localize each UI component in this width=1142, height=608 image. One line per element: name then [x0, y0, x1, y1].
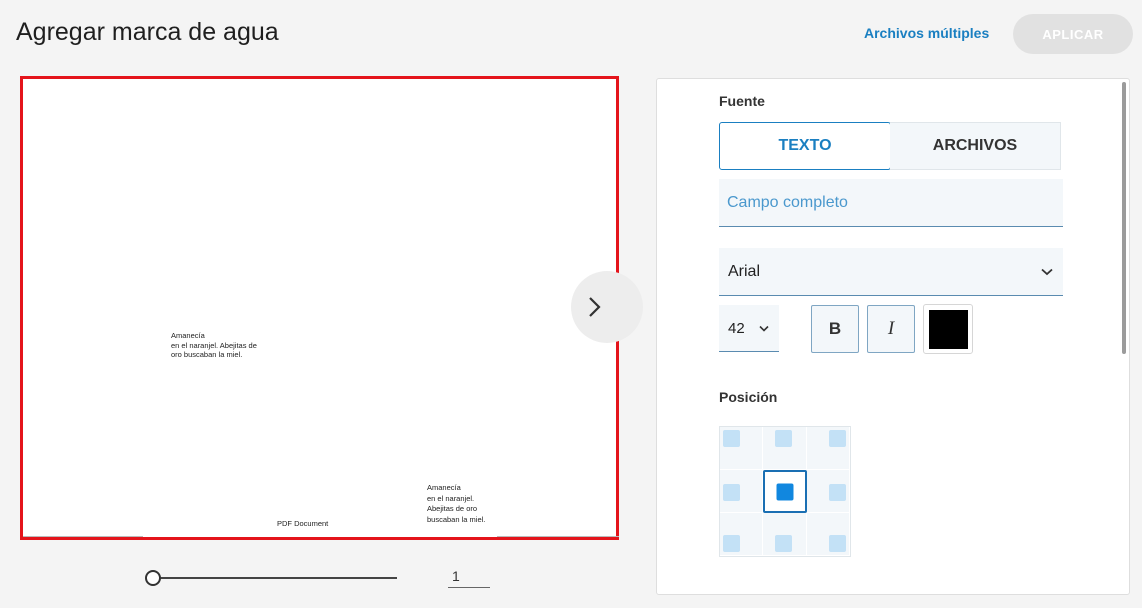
multiple-files-link[interactable]: Archivos múltiples — [864, 25, 989, 41]
position-marker — [775, 535, 793, 552]
position-marker-active — [776, 483, 794, 500]
page-number-input[interactable] — [448, 565, 490, 588]
position-marker — [723, 535, 740, 552]
position-middle-right[interactable] — [806, 470, 850, 513]
position-marker — [828, 484, 846, 501]
position-marker — [723, 430, 740, 447]
italic-icon: I — [887, 318, 895, 339]
position-bottom-right[interactable] — [806, 513, 850, 556]
color-swatch — [928, 309, 968, 349]
next-page-button[interactable] — [571, 271, 643, 343]
zoom-slider-thumb[interactable] — [145, 570, 161, 586]
position-marker — [723, 484, 740, 501]
bold-button[interactable]: B — [811, 305, 859, 353]
zoom-slider-track[interactable] — [152, 577, 397, 579]
font-family-select[interactable]: Arial — [719, 248, 1063, 296]
page-footer-text: PDF Document — [277, 519, 329, 528]
chevron-down-icon — [759, 325, 769, 332]
apply-button[interactable]: APLICAR — [1013, 14, 1133, 54]
position-bottom-center[interactable] — [763, 513, 807, 556]
tab-archivos[interactable]: ARCHIVOS — [890, 122, 1061, 170]
document-preview: Amanecía en el naranjel. Abejitas de oro… — [20, 76, 619, 540]
watermark-text-input[interactable] — [719, 179, 1063, 227]
page-edge-line — [497, 536, 619, 537]
chevron-right-icon — [589, 297, 601, 317]
source-label: Fuente — [719, 93, 765, 109]
position-center[interactable] — [763, 470, 807, 513]
position-marker — [775, 430, 793, 447]
position-label: Posición — [719, 389, 778, 405]
chevron-down-icon — [1041, 268, 1053, 275]
position-bottom-left[interactable] — [720, 513, 764, 556]
page-edge-line — [23, 536, 143, 537]
page-title: Agregar marca de agua — [16, 18, 279, 46]
position-top-left[interactable] — [720, 427, 764, 470]
color-picker-button[interactable] — [923, 304, 973, 354]
watermark-text-left: Amanecía en el naranjel. Abejitas de oro… — [171, 331, 257, 359]
position-middle-left[interactable] — [720, 470, 764, 513]
position-grid — [719, 426, 851, 557]
position-marker — [828, 430, 846, 447]
font-size-value: 42 — [728, 319, 745, 337]
position-top-right[interactable] — [806, 427, 850, 470]
font-family-value: Arial — [728, 262, 761, 280]
position-marker — [828, 535, 846, 552]
tab-texto[interactable]: TEXTO — [719, 122, 891, 170]
panel-scrollbar[interactable] — [1122, 82, 1126, 354]
position-top-center[interactable] — [763, 427, 807, 470]
font-size-select[interactable]: 42 — [719, 305, 779, 352]
italic-button[interactable]: I — [867, 305, 915, 353]
watermark-text-right: Amanecía en el naranjel. Abejitas de oro… — [427, 483, 486, 524]
bold-icon: B — [828, 319, 842, 338]
